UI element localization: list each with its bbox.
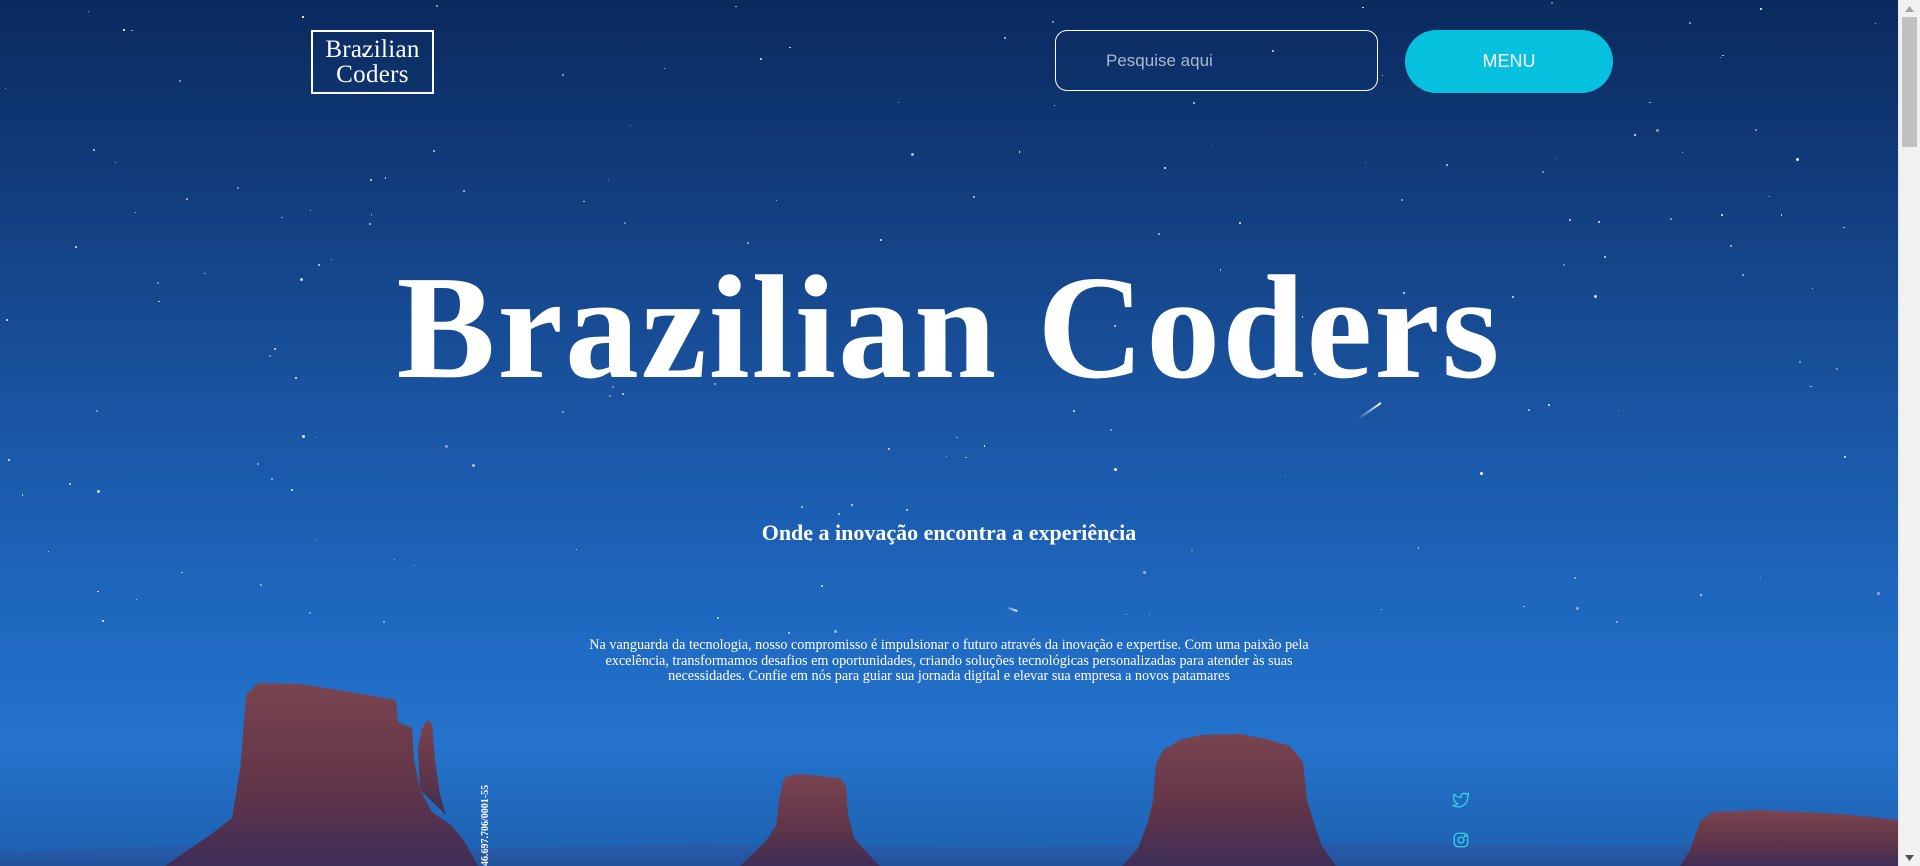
- search-input[interactable]: [1055, 30, 1378, 91]
- menu-button[interactable]: MENU: [1405, 30, 1613, 93]
- hero-title: Brazilian Coders: [396, 246, 1502, 410]
- company-registration-number: 46.697.706/0001-55: [480, 784, 491, 866]
- hero-description: Na vanguarda da tecnologia, nosso compro…: [589, 637, 1309, 684]
- instagram-icon[interactable]: [1452, 831, 1470, 849]
- scroll-down-arrow-icon[interactable]: [1899, 849, 1920, 866]
- twitter-icon[interactable]: [1452, 790, 1470, 808]
- hero-section: Brazilian Coders MENU Brazilian Coders O…: [0, 0, 1898, 866]
- site-logo[interactable]: Brazilian Coders: [311, 30, 434, 94]
- vertical-scrollbar[interactable]: [1898, 0, 1920, 866]
- hero-subtitle: Onde a inovação encontra a experiência: [761, 520, 1137, 545]
- logo-line-2: Coders: [336, 61, 409, 88]
- logo-line-1: Brazilian: [325, 36, 420, 63]
- desert-buttes-illustration: [0, 683, 1898, 866]
- scrollbar-thumb[interactable]: [1902, 17, 1917, 147]
- scroll-up-arrow-icon[interactable]: [1899, 0, 1920, 17]
